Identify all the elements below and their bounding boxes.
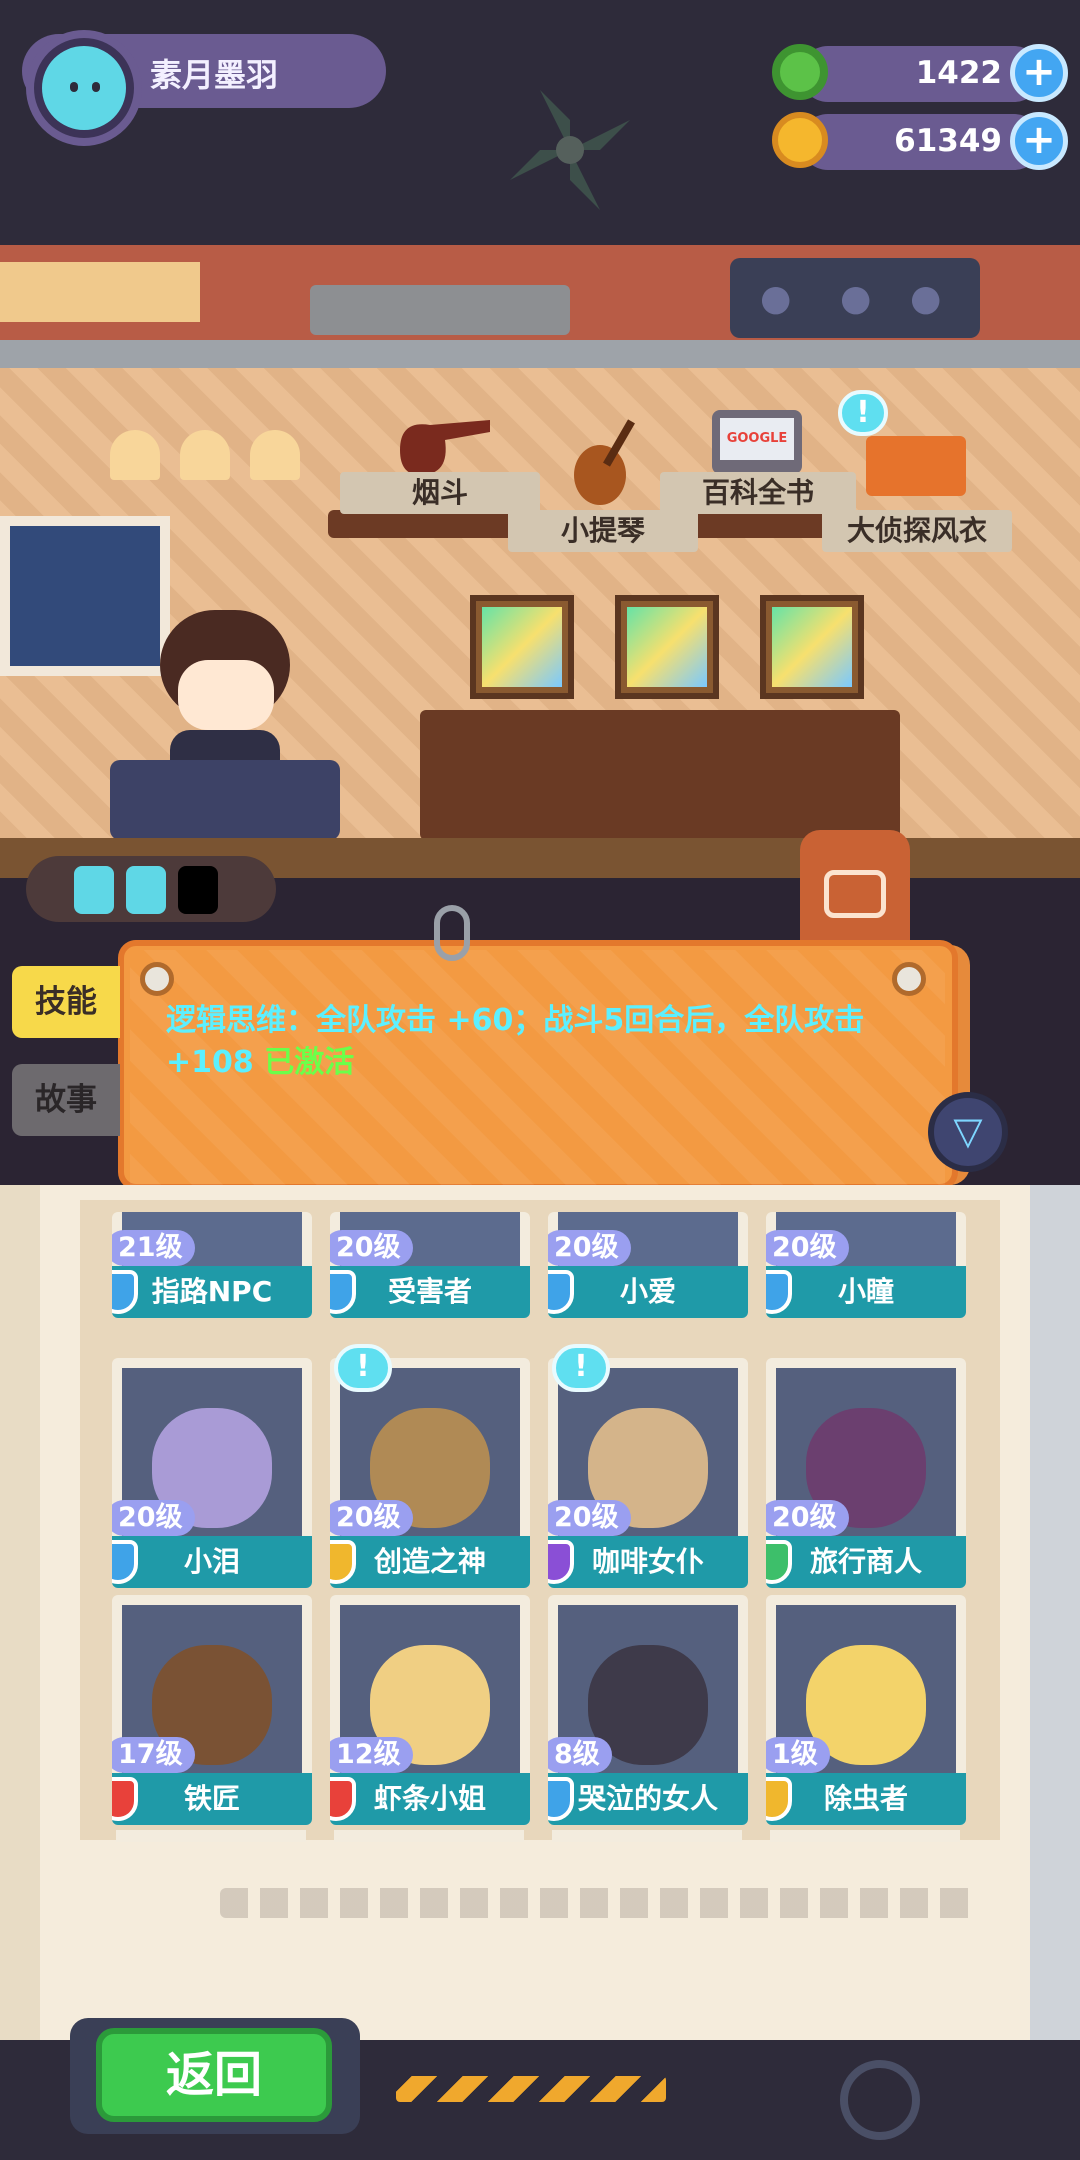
character-level: 20级	[766, 1230, 849, 1266]
new-alert-icon: !	[552, 1344, 610, 1392]
encyclopedia-brand: GOOGLE	[720, 418, 794, 460]
book-left-edge	[0, 1185, 40, 2045]
filter-icon[interactable]: ▽	[928, 1092, 1008, 1172]
character-card[interactable]: 旅行商人 20级	[766, 1358, 966, 1588]
character-card[interactable]: 除虫者 1级	[766, 1595, 966, 1825]
character-card[interactable]: 铁匠 17级	[112, 1595, 312, 1825]
skill-description: 逻辑思维：全队攻击 +60；战斗5回合后，全队攻击 +108 已激活	[166, 1000, 906, 1084]
item-label-pipe[interactable]: 烟斗	[340, 472, 540, 514]
currency-planet-value: 61349	[894, 123, 1002, 159]
tab-story[interactable]: 故事	[12, 1064, 120, 1136]
back-button[interactable]: 返回	[96, 2028, 332, 2122]
couch	[110, 760, 340, 840]
player-name: 素月墨羽	[150, 56, 279, 94]
hazard-stripe	[396, 2076, 666, 2102]
character-card[interactable]: 小泪 20级	[112, 1358, 312, 1588]
character-name: 指路NPC	[112, 1266, 312, 1318]
wall-vent	[0, 262, 200, 322]
character-name: 小泪	[112, 1536, 312, 1588]
character-level: 1级	[766, 1737, 830, 1773]
pin-icon	[892, 962, 926, 996]
gear-decor-icon	[840, 2060, 920, 2140]
character-name: 虾条小姐	[330, 1773, 530, 1825]
character-card[interactable]: 小瞳 20级	[766, 1212, 966, 1318]
add-donut-button[interactable]: +	[1010, 44, 1068, 102]
pipe-icon[interactable]	[390, 410, 500, 480]
partial-card	[334, 1830, 524, 1842]
character-level: 20级	[112, 1500, 195, 1536]
add-planet-button[interactable]: +	[1010, 112, 1068, 170]
ghost-display: ● ● ●	[730, 258, 980, 338]
character-name: 创造之神	[330, 1536, 530, 1588]
skill-status: 已激活	[264, 1045, 355, 1080]
item-label-encyclopedia[interactable]: 百科全书	[660, 472, 856, 514]
character-level: 20级	[548, 1230, 631, 1266]
photo-frame	[760, 595, 864, 699]
blurred-hint-text	[220, 1888, 980, 1918]
chandelier-icon	[90, 430, 320, 500]
tab-skill[interactable]: 技能	[12, 966, 120, 1038]
character-level: 8级	[548, 1737, 612, 1773]
character-level: 20级	[330, 1230, 413, 1266]
character-name: 小瞳	[766, 1266, 966, 1318]
character-card[interactable]: 哭泣的女人 8级	[548, 1595, 748, 1825]
partial-card	[116, 1830, 306, 1842]
photo-frame	[615, 595, 719, 699]
avatar-eye-left	[70, 82, 78, 92]
character-level: 12级	[330, 1737, 413, 1773]
character-card[interactable]: 受害者 20级	[330, 1212, 530, 1318]
partial-card	[770, 1830, 960, 1842]
coat-alert-icon: !	[838, 390, 888, 436]
pin-icon	[140, 962, 174, 996]
character-card[interactable]: 虾条小姐 12级	[330, 1595, 530, 1825]
book-right-edge	[1030, 1185, 1080, 2045]
partial-card	[552, 1830, 742, 1842]
cards-icon	[824, 870, 886, 918]
encyclopedia-icon[interactable]: GOOGLE	[712, 410, 802, 474]
desk	[420, 710, 900, 840]
character-level: 21级	[112, 1230, 195, 1266]
character-name: 旅行商人	[766, 1536, 966, 1588]
character-name: 咖啡女仆	[548, 1536, 748, 1588]
character-name: 铁匠	[112, 1773, 312, 1825]
character-card[interactable]: 创造之神 20级	[330, 1358, 530, 1588]
currency-donut-value: 1422	[915, 55, 1002, 91]
item-label-coat[interactable]: 大侦探风衣	[822, 510, 1012, 552]
wall-rail	[0, 340, 1080, 368]
character-name: 受害者	[330, 1266, 530, 1318]
energy-cell-empty-icon	[178, 866, 218, 914]
trench-coat-icon[interactable]	[866, 436, 966, 496]
character-level: 20级	[330, 1500, 413, 1536]
planet-coin-icon	[772, 112, 828, 168]
photo-frame	[470, 595, 574, 699]
energy-cell-filled-icon	[74, 866, 114, 914]
character-level: 20级	[548, 1500, 631, 1536]
character-card[interactable]: 指路NPC 21级	[112, 1212, 312, 1318]
character-level: 20级	[766, 1500, 849, 1536]
energy-cell-filled-icon	[126, 866, 166, 914]
character-level: 17级	[112, 1737, 195, 1773]
character-name: 小爱	[548, 1266, 748, 1318]
avatar-eye-right	[92, 82, 100, 92]
ceiling-fan-icon	[510, 90, 630, 210]
new-alert-icon: !	[334, 1344, 392, 1392]
item-label-violin[interactable]: 小提琴	[508, 510, 698, 552]
character-name: 除虫者	[766, 1773, 966, 1825]
character-card[interactable]: 咖啡女仆 20级	[548, 1358, 748, 1588]
character-card[interactable]: 小爱 20级	[548, 1212, 748, 1318]
character-name: 哭泣的女人	[548, 1773, 748, 1825]
cat-face-icon	[42, 46, 126, 130]
room-window	[0, 516, 170, 676]
donut-coin-icon	[772, 44, 828, 100]
violin-icon[interactable]	[560, 410, 650, 510]
wall-grille	[310, 285, 570, 335]
paperclip-icon	[434, 905, 470, 961]
